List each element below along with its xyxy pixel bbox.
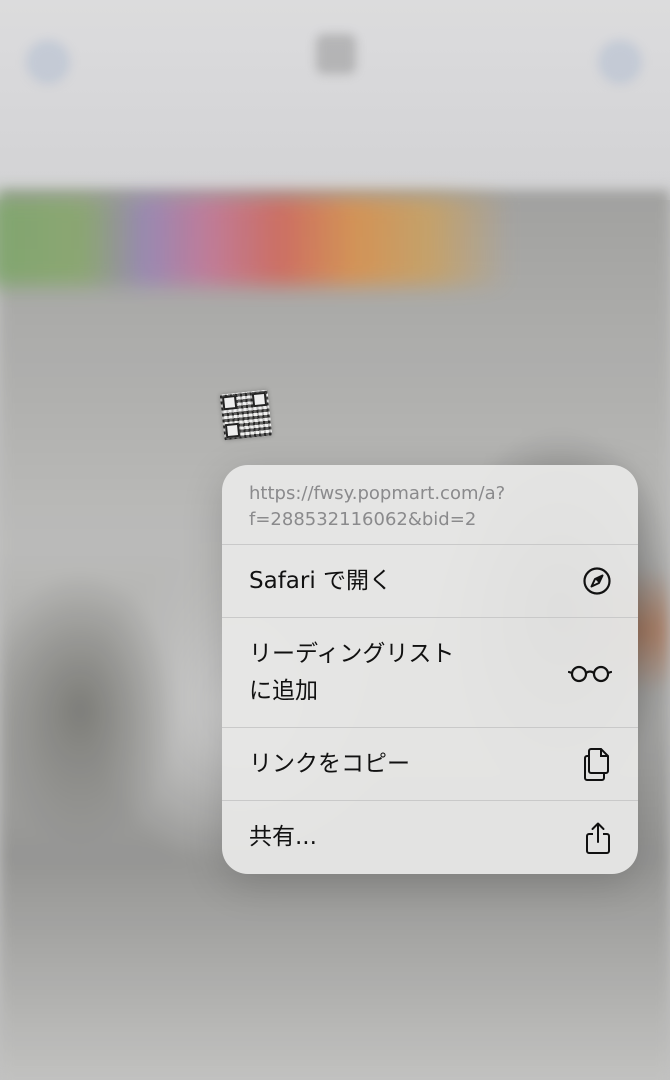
copy-icon: [582, 746, 612, 782]
share-label: 共有...: [249, 824, 317, 850]
qr-context-menu: https://fwsy.popmart.com/a? f=2885321160…: [222, 465, 638, 874]
copy-link-item[interactable]: リンクをコピー: [222, 728, 638, 801]
add-to-reading-list-label: リーディングリスト に追加: [249, 640, 455, 704]
open-in-safari-label: Safari で開く: [249, 567, 393, 594]
url-line-2: f=288532116062&bid=2: [249, 509, 477, 530]
open-in-safari-item[interactable]: Safari で開く: [222, 545, 638, 618]
glasses-icon: [568, 662, 612, 684]
add-to-reading-list-item[interactable]: リーディングリスト に追加: [222, 618, 638, 728]
compass-icon: [582, 566, 612, 596]
qr-code-preview: [219, 389, 273, 441]
url-preview: https://fwsy.popmart.com/a? f=2885321160…: [222, 465, 638, 545]
screen: https://fwsy.popmart.com/a? f=2885321160…: [0, 0, 670, 1080]
share-item[interactable]: 共有...: [222, 801, 638, 874]
copy-link-label: リンクをコピー: [249, 750, 410, 777]
share-icon: [584, 821, 612, 855]
url-line-1: https://fwsy.popmart.com/a?: [249, 483, 506, 504]
